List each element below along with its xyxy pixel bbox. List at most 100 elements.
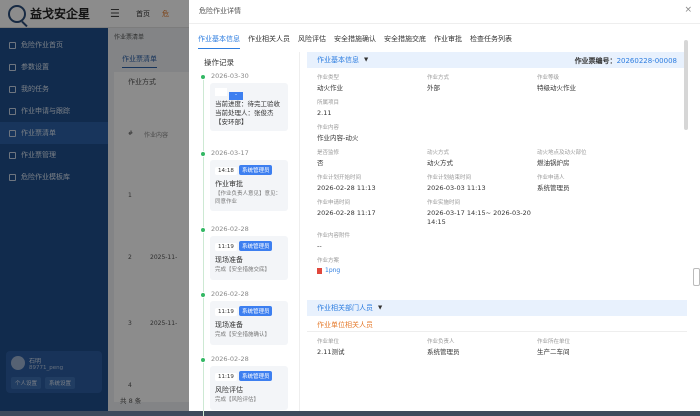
field: 作业实施时间 2026-03-17 14:15~ 2026-03-20 14:15 [427, 198, 647, 231]
field: 作业所在单位 生产二车间 [537, 337, 647, 362]
modal-header: 危险作业详情 × [189, 0, 700, 24]
caret-down-icon[interactable]: ▼ [364, 57, 368, 63]
log-card: 14:18 系统管理员 作业审批 【作业负责人意见】意见：同意作业 [210, 160, 288, 212]
field-value: 2026-02-28 11:13 [317, 184, 376, 192]
field-label: 作业类型 [317, 75, 340, 81]
log-desc: 完成【安全措施交底】 [215, 267, 271, 273]
field-value: 系统管理员 [427, 348, 460, 356]
field-label: 作业申请人 [537, 175, 565, 181]
log-handler: 当前处理人：张俊杰【安环部】 [215, 108, 274, 126]
caret-down-icon[interactable]: ▼ [378, 305, 382, 311]
field-label: 作业申请时间 [317, 200, 351, 206]
field-value: 特级动火作业 [537, 84, 576, 92]
log-time: 11:19 [215, 243, 237, 251]
attachment-link[interactable]: 1png [317, 267, 647, 274]
tab-safety-confirm[interactable]: 安全措施确认 [334, 34, 376, 49]
section-basic-header[interactable]: 作业基本信息 ▼ 作业票编号：20260228-00008 [307, 52, 687, 68]
field-value: 2.11测试 [317, 348, 345, 356]
tab-basic-info[interactable]: 作业基本信息 [198, 34, 240, 49]
field-label: 作业计划结束时间 [427, 175, 472, 181]
basic-info-grid: 作业类型 动火作业 作业方式 外部 作业等级 特级动火作业 所属项目 2.11 作业内容… [307, 68, 687, 300]
section-title: 作业相关部门人员 [317, 304, 373, 312]
field: 是否监修否 [317, 148, 427, 173]
field-label: 作业内容附件 [317, 233, 351, 239]
log-time: 14:18 [215, 167, 237, 175]
ticket-number: 作业票编号：20260228-00008 [575, 56, 677, 66]
field-value: 燃油锅炉房 [537, 159, 570, 167]
timeline-dot [200, 357, 206, 363]
field-value: 系统管理员 [537, 184, 570, 192]
modal-title: 危险作业详情 [199, 7, 241, 15]
field-value: 外部 [427, 84, 440, 92]
log-card: 11:19 系统管理员 现场准备 完成【安全措施确认】 [210, 301, 288, 345]
field-label: 作业实施时间 [427, 200, 461, 206]
timeline-line [203, 76, 204, 416]
log-action: 风险评估 [215, 386, 243, 394]
field: 作业负责人系统管理员 [427, 337, 537, 362]
detail-panel: 作业基本信息 ▼ 作业票编号：20260228-00008 作业类型动火作业 作… [307, 52, 687, 411]
log-progress: 当前进度：待完工验收 [215, 100, 280, 108]
field: 动火地点及动火部位 燃油锅炉房 [537, 148, 647, 173]
side-handle[interactable] [693, 268, 700, 286]
field: 动火方式 动火方式 [427, 148, 537, 173]
field-label: 所属项目 [317, 100, 340, 106]
field: 作业方式 外部 [427, 73, 537, 98]
timeline-dot [200, 74, 206, 80]
subsection-title: 作业单位相关人员 [307, 316, 687, 332]
field-value: 作业内容-动火 [317, 134, 359, 142]
field-label: 作业方案 [317, 258, 340, 264]
log-date: 2026-02-28 [211, 225, 249, 233]
section-dept-header[interactable]: 作业相关部门人员 ▼ [307, 300, 687, 316]
field-label: 是否监修 [317, 150, 340, 156]
field: 作业申请时间 2026-02-28 11:17 [317, 198, 427, 231]
field-label: 作业内容 [317, 125, 340, 131]
section-title: 作业基本信息 [317, 56, 359, 64]
field-value: 动火方式 [427, 159, 453, 167]
log-title: 操作记录 [204, 58, 234, 67]
field-label: 作业方式 [427, 75, 450, 81]
log-action: 现场准备 [215, 256, 243, 264]
field: 所属项目 2.11 [317, 98, 647, 123]
field: 作业计划结束时间 2026-03-03 11:13 [427, 173, 537, 198]
timeline-dot [200, 227, 206, 233]
scrollbar[interactable] [684, 40, 688, 130]
field-value: 2.11 [317, 109, 332, 117]
field-value: 否 [317, 159, 324, 167]
field-label: 作业计划开始时间 [317, 175, 362, 181]
tag-placeholder [215, 88, 227, 96]
field-value: 2026-03-03 11:13 [427, 184, 486, 192]
field-value: 动火作业 [317, 84, 343, 92]
log-role-badge: 系统管理员 [238, 165, 273, 175]
log-role-badge: 系统管理员 [238, 306, 273, 316]
field-label: 作业单位 [317, 339, 340, 345]
tab-approval[interactable]: 作业审批 [434, 34, 462, 49]
log-card: – 当前进度：待完工验收 当前处理人：张俊杰【安环部】 [210, 83, 288, 132]
log-action: 作业审批 [215, 180, 243, 188]
operation-log: 操作记录 2026-03-30 – 当前进度：待完工验收 当前处理人：张俊杰【安… [198, 52, 300, 416]
field: 作业内容附件 -- [317, 231, 647, 256]
log-time: 11:19 [215, 308, 237, 316]
tab-personnel[interactable]: 作业相关人员 [248, 34, 290, 49]
field: 作业内容作业内容-动火 [317, 123, 647, 148]
tab-risk[interactable]: 风险评估 [298, 34, 326, 49]
field-value: 生产二车间 [537, 348, 570, 356]
field-value: 2026-03-17 14:15~ 2026-03-20 14:15 [427, 209, 531, 227]
tab-safety-briefing[interactable]: 安全措施交底 [384, 34, 426, 49]
field-value: 2026-02-28 11:17 [317, 209, 376, 217]
tab-inspection[interactable]: 检查任务列表 [470, 34, 512, 49]
field: 作业类型 动火作业 [317, 73, 427, 98]
log-time: 11:19 [215, 373, 237, 381]
dept-info-grid: 作业单位 2.11测试 作业负责人系统管理员 作业所在单位 生产二车间 [307, 332, 687, 362]
attachment-name: 1png [325, 267, 341, 274]
field: 作业申请人系统管理员 [537, 173, 647, 198]
field-label: 动火地点及动火部位 [537, 150, 587, 156]
field-label: 作业负责人 [427, 339, 455, 345]
ticket-value: 20260228-00008 [616, 57, 677, 65]
log-date: 2026-03-30 [211, 72, 249, 80]
ticket-label: 作业票编号： [574, 57, 617, 65]
field-label: 作业所在单位 [537, 339, 571, 345]
close-icon[interactable]: × [684, 5, 692, 15]
tag-placeholder: – [229, 92, 243, 100]
field-value: -- [317, 242, 322, 250]
log-desc: 【作业负责人意见】意见：同意作业 [215, 191, 282, 205]
